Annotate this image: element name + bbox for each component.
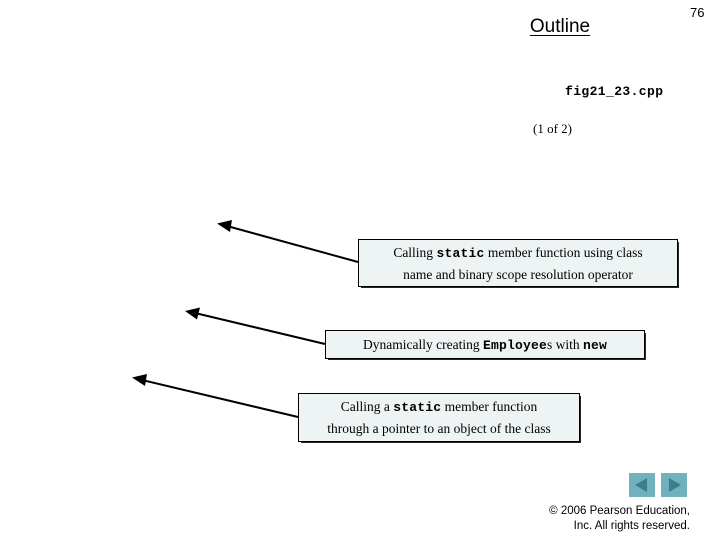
callout-static-pointer: Calling a static member function through… <box>298 393 580 442</box>
callout-text: Calling a <box>340 399 394 414</box>
copyright-line-2: Inc. All rights reserved. <box>573 520 690 532</box>
page-title: Outline <box>529 16 591 37</box>
previous-slide-button[interactable] <box>629 473 655 497</box>
callout-line: Calling static member function using cla… <box>393 242 642 264</box>
source-file-part-label: (1 of 2) <box>533 121 572 136</box>
triangle-right-icon <box>669 478 681 492</box>
callout-text: Calling <box>393 244 437 260</box>
page-number: 76 <box>690 5 705 20</box>
callout-text: s with <box>546 336 583 352</box>
arrow-to-static-call <box>217 220 359 263</box>
callout-static-class-name: Calling static member function using cla… <box>358 239 678 287</box>
arrow-to-dynamic-new <box>185 307 326 345</box>
arrow-to-pointer-call <box>132 374 299 418</box>
next-slide-button[interactable] <box>661 473 687 497</box>
slide-navigation <box>629 473 691 497</box>
callout-code: static <box>436 245 485 261</box>
callout-line: Dynamically creating Employees with new <box>363 334 607 356</box>
copyright-line-1: © 2006 Pearson Education, <box>549 505 690 517</box>
callout-line: Calling a static member function <box>341 396 538 418</box>
callout-text: member function using class <box>484 244 643 260</box>
callout-text: name and binary scope resolution operato… <box>403 266 633 282</box>
slide-canvas: 76 Outline fig21_23.cpp (1 of 2) Calling… <box>0 0 720 540</box>
source-file-name: fig21_23.cpp <box>565 84 664 99</box>
callout-code: static <box>393 400 442 415</box>
callout-code: new <box>582 337 607 353</box>
callout-line: through a pointer to an object of the cl… <box>327 418 550 439</box>
callout-code: Employee <box>482 337 547 353</box>
callout-text: member function <box>441 399 538 414</box>
triangle-left-icon <box>635 478 647 492</box>
callout-text: Dynamically creating <box>363 336 483 352</box>
copyright-notice: © 2006 Pearson Education, Inc. All right… <box>420 504 690 534</box>
callout-dynamic-new: Dynamically creating Employees with new <box>325 330 645 359</box>
callout-line: name and binary scope resolution operato… <box>403 264 633 285</box>
callout-text: through a pointer to an object of the cl… <box>327 421 551 436</box>
